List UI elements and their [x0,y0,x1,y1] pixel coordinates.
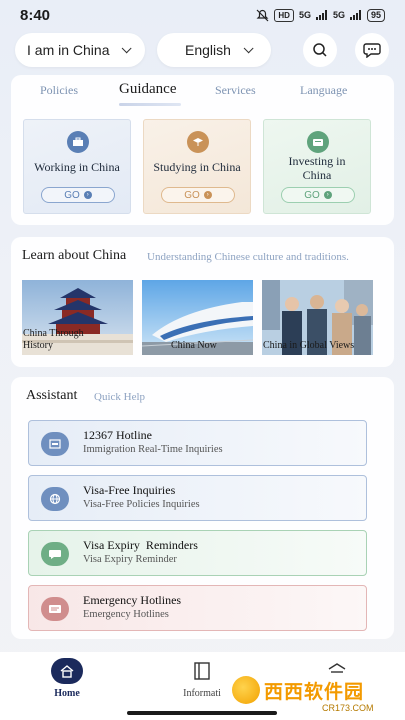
learn-about-china-card: Learn about China Understanding Chinese … [11,237,394,367]
tab-guidance[interactable]: Guidance [119,81,176,98]
watermark-text: 西西软件园 [264,680,365,703]
language-selector[interactable]: English [157,33,271,67]
guidance-title: Investing in China [288,154,346,182]
briefcase-icon [67,131,89,153]
hotline-icon [41,432,69,456]
arrow-right-icon: › [203,191,212,199]
investment-icon [307,131,329,153]
status-bar: 8:40 HD 5G 5G 95 [0,0,405,30]
assistant-item-subtitle: Emergency Hotlines [83,609,169,620]
book-icon [189,658,215,684]
assistant-item-title: Visa Expiry Reminders [83,538,198,552]
assistant-item-subtitle: Visa-Free Policies Inquiries [83,499,200,510]
watermark-logo: 西西软件园 [232,676,364,704]
nav-information-label: Informati [183,688,221,699]
global-views-photo-card[interactable]: China in Global Views [262,280,373,355]
search-icon [313,43,327,57]
active-tab-indicator [119,103,181,106]
emergency-icon [41,597,69,621]
arrow-right-icon: › [323,191,332,199]
study-icon [187,131,209,153]
language-label: English [185,42,231,58]
visa-expiry-reminders-item[interactable]: Visa Expiry Reminders Visa Expiry Remind… [28,530,367,576]
watermark-url: CR173.COM [322,703,374,713]
reminder-icon [41,542,69,566]
status-time: 8:40 [20,6,51,24]
nav-information[interactable]: Informati [162,658,242,699]
assistant-item-title: Visa-Free Inquiries [83,483,176,497]
investing-in-china-card[interactable]: Investing in China GO › [263,119,371,214]
hotline-12367-item[interactable]: 12367 Hotline Immigration Real-Time Inqu… [28,420,367,466]
go-button[interactable]: GO › [161,187,235,203]
home-indicator [127,711,277,715]
nav-home[interactable]: Home [27,658,107,699]
search-button[interactable] [303,33,337,67]
signal-icon-2 [349,10,361,20]
arrow-right-icon: › [83,191,92,199]
assistant-item-subtitle: Immigration Real-Time Inquiries [83,444,223,455]
go-label: GO [184,189,200,201]
assistant-item-subtitle: Visa Expiry Reminder [83,554,177,565]
go-button[interactable]: GO › [41,187,115,203]
assistant-title: Assistant [26,388,78,403]
signal-1: 5G [298,10,311,20]
battery-indicator: 95 [366,8,385,22]
home-icon [51,658,83,684]
emergency-hotlines-item[interactable]: Emergency Hotlines Emergency Hotlines [28,585,367,631]
assistant-item-title: 12367 Hotline [83,428,152,442]
photo-caption: China Now [171,340,217,351]
history-photo-card[interactable]: China Through History [22,280,133,355]
visa-free-inquiries-item[interactable]: Visa-Free Inquiries Visa-Free Policies I… [28,475,367,521]
tab-bar: Policies Guidance Services Language [11,81,394,107]
top-controls: I am in China English [15,33,393,67]
assistant-subtitle: Quick Help [94,391,146,403]
tab-services[interactable]: Services [215,83,256,98]
china-now-photo-card[interactable]: China Now [142,280,253,355]
assistant-card: Assistant Quick Help 12367 Hotline Immig… [11,377,394,639]
chat-icon [363,43,381,58]
status-icons: HD 5G 5G 95 [256,8,385,22]
go-label: GO [64,189,80,201]
globe-icon [41,487,69,511]
chevron-down-icon [122,42,133,53]
photo-caption: China Through History [23,328,84,351]
watermark-icon [232,676,260,704]
go-button[interactable]: GO › [281,187,355,203]
go-label: GO [304,189,320,201]
hd-badge: HD [274,8,294,22]
assistant-item-title: Emergency Hotlines [83,593,182,607]
nav-home-label: Home [54,688,80,699]
learn-subtitle: Understanding Chinese culture and tradit… [147,251,349,263]
signal-2: 5G [332,10,345,20]
learn-title: Learn about China [22,248,127,263]
guidance-title: Studying in China [153,160,241,174]
guidance-card: Policies Guidance Services Language Work… [11,75,394,225]
mute-icon [256,9,269,21]
photo-caption: China in Global Views [263,340,355,351]
tab-language[interactable]: Language [300,83,347,98]
message-button[interactable] [355,33,389,67]
region-selector[interactable]: I am in China [15,33,145,67]
region-label: I am in China [27,42,110,58]
guidance-title: Working in China [34,160,120,174]
working-in-china-card[interactable]: Working in China GO › [23,119,131,214]
signal-icon [315,10,327,20]
studying-in-china-card[interactable]: Studying in China GO › [143,119,251,214]
chevron-down-icon [243,42,254,53]
tab-policies[interactable]: Policies [40,83,78,98]
